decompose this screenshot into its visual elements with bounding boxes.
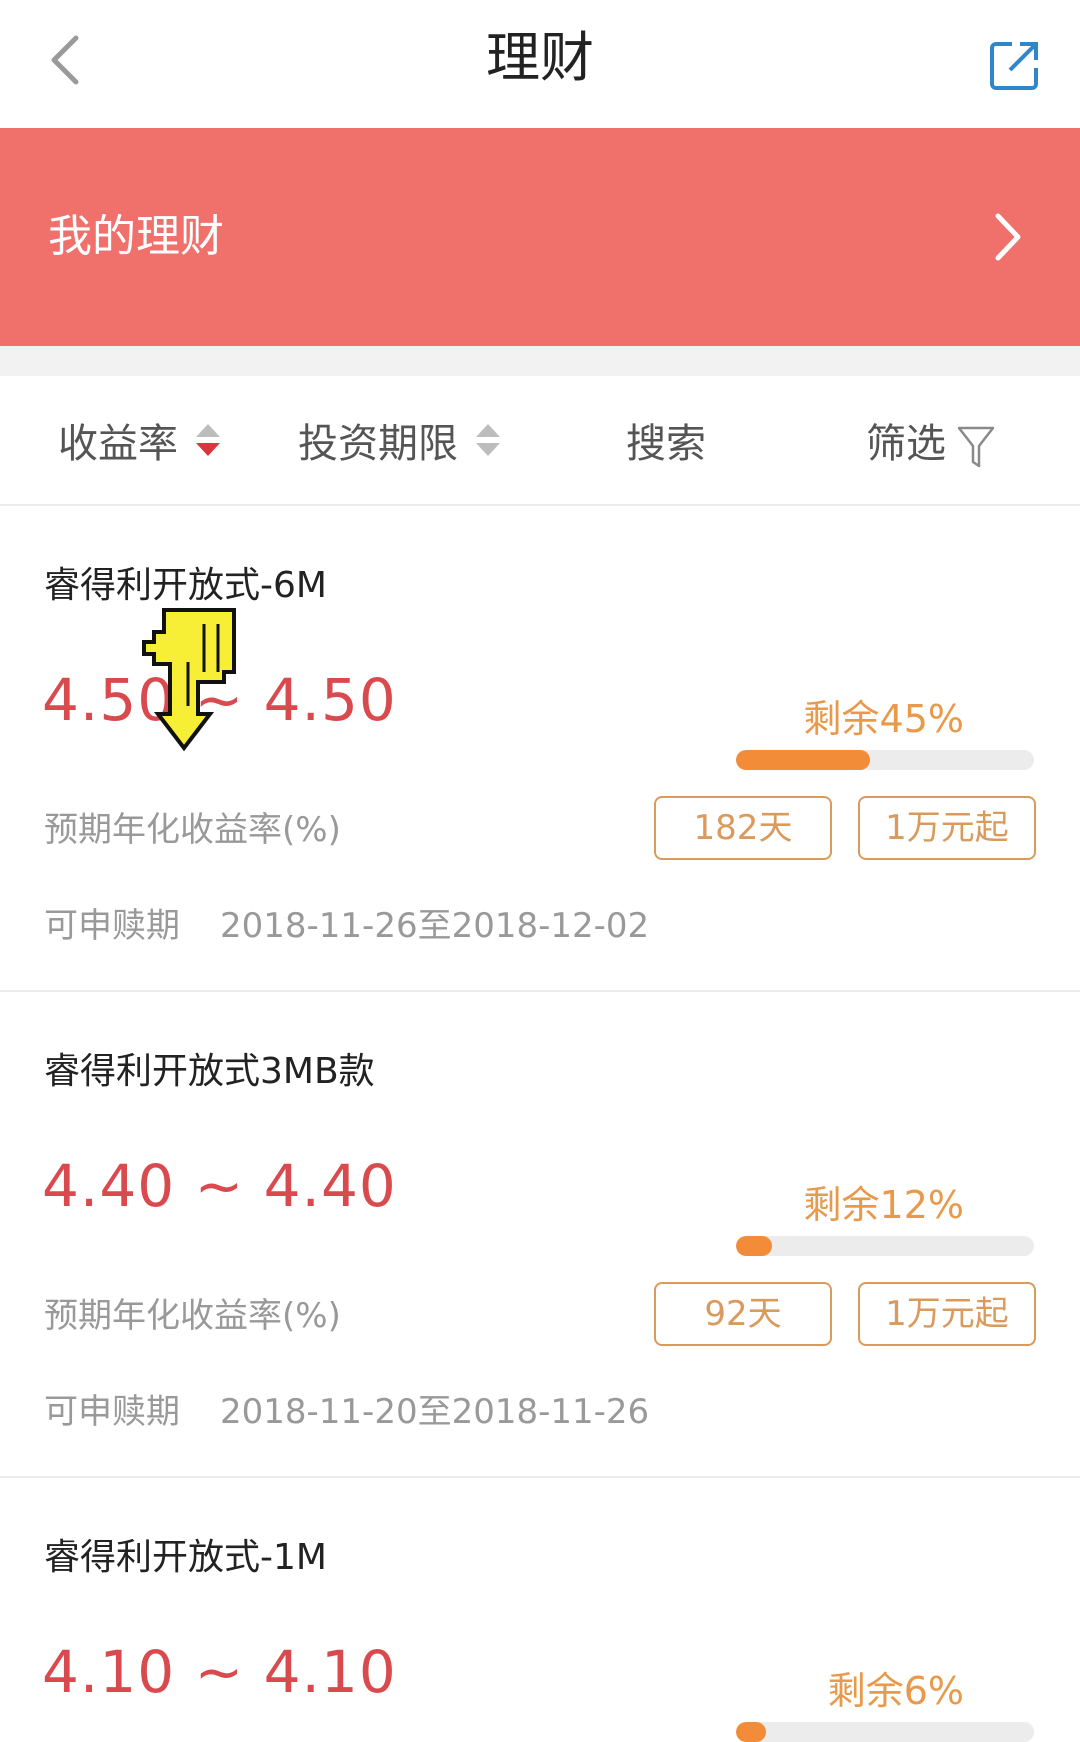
remaining-quota: 剩余12% <box>803 1183 964 1227</box>
funnel-icon <box>957 426 995 468</box>
product-name: 睿得利开放式-1M <box>44 1537 327 1578</box>
product-card[interactable]: 睿得利开放式-6M 4.50 ~ 4.50 剩余45% 预期年化收益率(%) 1… <box>0 506 1080 992</box>
filter-label: 筛选 <box>866 421 946 467</box>
term-tag: 182天 <box>654 796 832 860</box>
min-investment-tag: 1万元起 <box>858 1282 1036 1346</box>
remaining-progress-bar <box>736 1236 1034 1256</box>
term-tag: 92天 <box>654 1282 832 1346</box>
redeem-period: 2018-11-26至2018-12-02 <box>220 906 650 946</box>
filter-button[interactable]: 筛选 <box>866 376 996 504</box>
page-title: 理财 <box>486 26 594 89</box>
remaining-quota: 剩余6% <box>827 1669 964 1713</box>
yield-label: 预期年化收益率(%) <box>44 1296 341 1336</box>
remaining-progress-fill <box>736 1722 766 1742</box>
search-button[interactable]: 搜索 <box>626 376 706 504</box>
share-button[interactable] <box>988 38 1042 92</box>
sort-by-yield[interactable]: 收益率 <box>58 376 220 504</box>
redeem-period: 2018-11-20至2018-11-26 <box>220 1392 650 1432</box>
remaining-progress-bar <box>736 750 1034 770</box>
search-label: 搜索 <box>626 421 706 467</box>
redeem-label: 可申赎期 <box>44 906 180 946</box>
yield-label: 预期年化收益率(%) <box>44 810 341 850</box>
chevron-right-icon <box>995 213 1021 261</box>
redeem-label: 可申赎期 <box>44 1392 180 1432</box>
remaining-quota: 剩余45% <box>803 697 964 741</box>
sort-by-yield-label: 收益率 <box>58 421 178 467</box>
sort-arrows-icon <box>196 424 220 456</box>
filter-bar: 收益率 投资期限 搜索 筛选 <box>0 376 1080 506</box>
remaining-progress-fill <box>736 1236 772 1256</box>
product-name: 睿得利开放式-6M <box>44 565 327 606</box>
remaining-progress-fill <box>736 750 871 770</box>
share-external-icon <box>990 42 1038 90</box>
product-card[interactable]: 睿得利开放式3MB款 4.40 ~ 4.40 剩余12% 预期年化收益率(%) … <box>0 992 1080 1478</box>
top-navbar: 理财 <box>0 0 1080 128</box>
product-name: 睿得利开放式3MB款 <box>44 1051 375 1092</box>
section-divider <box>0 346 1080 376</box>
my-wealth-banner[interactable]: 我的理财 <box>0 128 1080 346</box>
sort-arrows-icon <box>476 424 500 456</box>
expected-yield-range: 4.50 ~ 4.50 <box>42 666 397 734</box>
banner-label: 我的理财 <box>48 211 224 262</box>
product-card[interactable]: 睿得利开放式-1M 4.10 ~ 4.10 剩余6% <box>0 1478 1080 1742</box>
remaining-progress-bar <box>736 1722 1034 1742</box>
sort-by-term[interactable]: 投资期限 <box>298 376 500 504</box>
expected-yield-range: 4.40 ~ 4.40 <box>42 1152 397 1220</box>
sort-by-term-label: 投资期限 <box>298 421 458 467</box>
expected-yield-range: 4.10 ~ 4.10 <box>42 1638 397 1706</box>
min-investment-tag: 1万元起 <box>858 796 1036 860</box>
